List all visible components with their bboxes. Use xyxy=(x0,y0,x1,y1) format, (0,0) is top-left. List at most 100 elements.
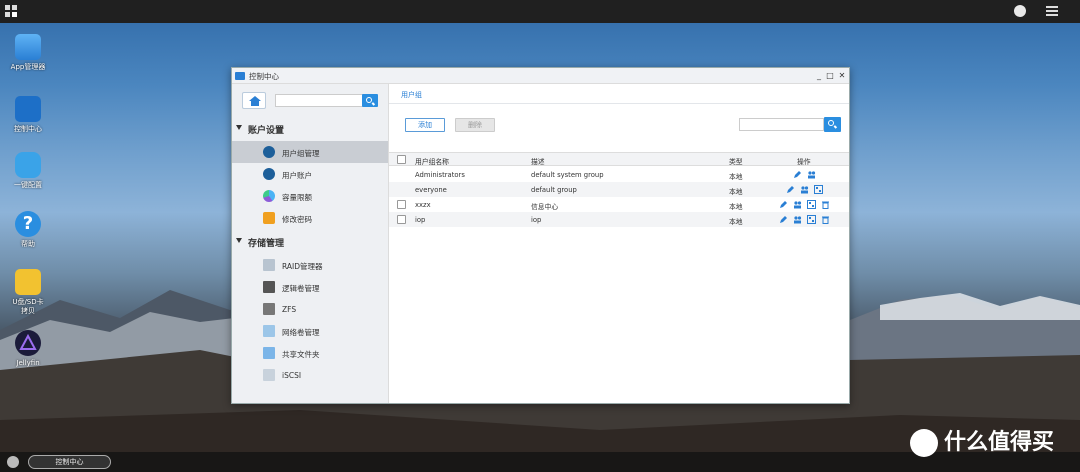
minimize-button[interactable]: _ xyxy=(814,70,824,81)
search-icon xyxy=(828,120,834,126)
maximize-button[interactable]: □ xyxy=(825,70,835,81)
group-description: 信息中心 xyxy=(531,203,559,211)
edit-icon[interactable] xyxy=(786,185,795,194)
breadcrumb-current: 用户组 xyxy=(401,91,422,99)
row-checkbox[interactable] xyxy=(397,215,406,224)
sidebar-item-change-password[interactable]: 修改密码 xyxy=(232,207,388,229)
menu-icon[interactable] xyxy=(1046,6,1058,16)
sidebar-item-label: 逻辑卷管理 xyxy=(282,284,320,293)
sidebar-item-label: 容量限额 xyxy=(282,193,312,202)
desktop-icon-jellyfin[interactable]: Jellyfin xyxy=(0,330,56,368)
table-header-row: 用户组名称 描述 类型 操作 xyxy=(389,152,849,166)
user-avatar-icon[interactable] xyxy=(1014,5,1026,17)
home-button[interactable] xyxy=(242,92,266,109)
shared-folder-icon xyxy=(263,347,275,359)
sidebar-item-shared-folder[interactable]: 共享文件夹 xyxy=(232,342,388,364)
app-grid-icon[interactable] xyxy=(5,5,17,17)
members-icon[interactable] xyxy=(793,215,802,224)
taskbar-item-control-center[interactable]: 控制中心 xyxy=(28,455,111,469)
watermark-text: 什么值得买 xyxy=(944,430,1055,455)
collapse-arrow-icon xyxy=(236,238,242,243)
iscsi-icon xyxy=(263,369,275,381)
column-header-actions: 操作 xyxy=(797,158,811,166)
window-titlebar[interactable]: 控制中心 _ □ ✕ xyxy=(232,68,849,84)
edit-icon[interactable] xyxy=(793,170,802,179)
table-row[interactable]: xxzx 信息中心 本地 xyxy=(389,197,849,212)
sidebar-item-user-accounts[interactable]: 用户账户 xyxy=(232,163,388,185)
permissions-icon[interactable] xyxy=(807,215,816,224)
close-button[interactable]: ✕ xyxy=(837,70,847,81)
desktop-icon-control-center[interactable]: 控制中心 xyxy=(0,96,56,134)
group-type: 本地 xyxy=(729,173,743,181)
members-icon[interactable] xyxy=(800,185,809,194)
desktop-icon-label: 帮助 xyxy=(21,240,35,248)
sidebar-item-label: 修改密码 xyxy=(282,215,312,224)
group-search-button[interactable] xyxy=(824,117,841,132)
network-volume-icon xyxy=(263,325,275,337)
sidebar-item-label: 用户组管理 xyxy=(282,149,320,158)
sidebar-item-label: ZFS xyxy=(282,305,297,314)
table-row[interactable]: Administrators default system group 本地 xyxy=(389,167,849,182)
control-center-icon xyxy=(235,72,245,80)
desktop-icon-help[interactable]: ? 帮助 xyxy=(0,211,56,249)
help-icon: ? xyxy=(15,211,41,237)
sidebar-item-raid[interactable]: RAID管理器 xyxy=(232,254,388,276)
table-row[interactable]: iop iop 本地 xyxy=(389,212,849,227)
desktop-icon-usb-copy[interactable]: U盘/SD卡 拷贝 xyxy=(0,269,56,316)
add-button[interactable]: 添加 xyxy=(405,118,445,132)
sidebar-search-button[interactable] xyxy=(362,94,378,107)
sidebar-item-logical-volume[interactable]: 逻辑卷管理 xyxy=(232,276,388,298)
home-icon xyxy=(249,96,261,106)
members-icon[interactable] xyxy=(807,170,816,179)
group-name: xxzx xyxy=(415,201,431,209)
group-type: 本地 xyxy=(729,203,743,211)
sidebar-item-zfs[interactable]: ZFS xyxy=(232,298,388,320)
sidebar-item-label: RAID管理器 xyxy=(282,262,323,271)
desktop-icon-label: U盘/SD卡 拷贝 xyxy=(12,298,44,315)
raid-icon xyxy=(263,259,275,271)
group-type: 本地 xyxy=(729,218,743,226)
select-all-checkbox[interactable] xyxy=(397,155,406,164)
start-icon[interactable] xyxy=(7,456,19,468)
window-title: 控制中心 xyxy=(249,72,279,81)
group-name: Administrators xyxy=(415,171,465,179)
column-header-description: 描述 xyxy=(531,158,545,166)
section-title: 存储管理 xyxy=(248,239,285,249)
app-store-icon xyxy=(15,34,41,60)
desktop-icon-quick-config[interactable]: 一键配置 xyxy=(0,152,56,190)
row-checkbox[interactable] xyxy=(397,200,406,209)
section-account-settings[interactable]: 账户设置 xyxy=(232,120,388,138)
group-name: everyone xyxy=(415,186,447,194)
group-search-input[interactable] xyxy=(739,118,824,131)
members-icon[interactable] xyxy=(793,200,802,209)
permissions-icon[interactable] xyxy=(807,200,816,209)
section-title: 账户设置 xyxy=(248,126,285,136)
folder-icon xyxy=(15,269,41,295)
section-storage-management[interactable]: 存储管理 xyxy=(232,233,388,251)
sidebar-item-label: 网络卷管理 xyxy=(282,328,320,337)
sidebar-item-label: 用户账户 xyxy=(282,171,312,180)
permissions-icon[interactable] xyxy=(814,185,823,194)
desktop-icon-app-manager[interactable]: App管理器 xyxy=(0,34,56,72)
sidebar-item-quota[interactable]: 容量限额 xyxy=(232,185,388,207)
user-group-icon xyxy=(263,146,275,158)
sidebar-search-input[interactable] xyxy=(275,94,363,107)
delete-icon[interactable] xyxy=(821,215,830,224)
main-content: 用户组 添加 删除 用户组名称 描述 类型 操作 Administrators … xyxy=(389,84,849,403)
sidebar-item-user-groups[interactable]: 用户组管理 xyxy=(232,141,388,163)
jellyfin-icon xyxy=(15,330,41,356)
control-center-icon xyxy=(15,96,41,122)
sidebar-item-network-volume[interactable]: 网络卷管理 xyxy=(232,320,388,342)
desktop-icon-label: 一键配置 xyxy=(14,181,42,189)
watermark-logo-icon xyxy=(910,429,938,457)
delete-button[interactable]: 删除 xyxy=(455,118,495,132)
quota-icon xyxy=(263,190,275,202)
user-icon xyxy=(263,168,275,180)
sidebar: 账户设置 用户组管理 用户账户 容量限额 修改密码 存储管理 RAID管理器 逻… xyxy=(232,84,389,403)
delete-icon[interactable] xyxy=(821,200,830,209)
table-row[interactable]: everyone default group 本地 xyxy=(389,182,849,197)
mouse-icon xyxy=(15,152,41,178)
edit-icon[interactable] xyxy=(779,215,788,224)
sidebar-item-iscsi[interactable]: iSCSI xyxy=(232,364,388,386)
edit-icon[interactable] xyxy=(779,200,788,209)
